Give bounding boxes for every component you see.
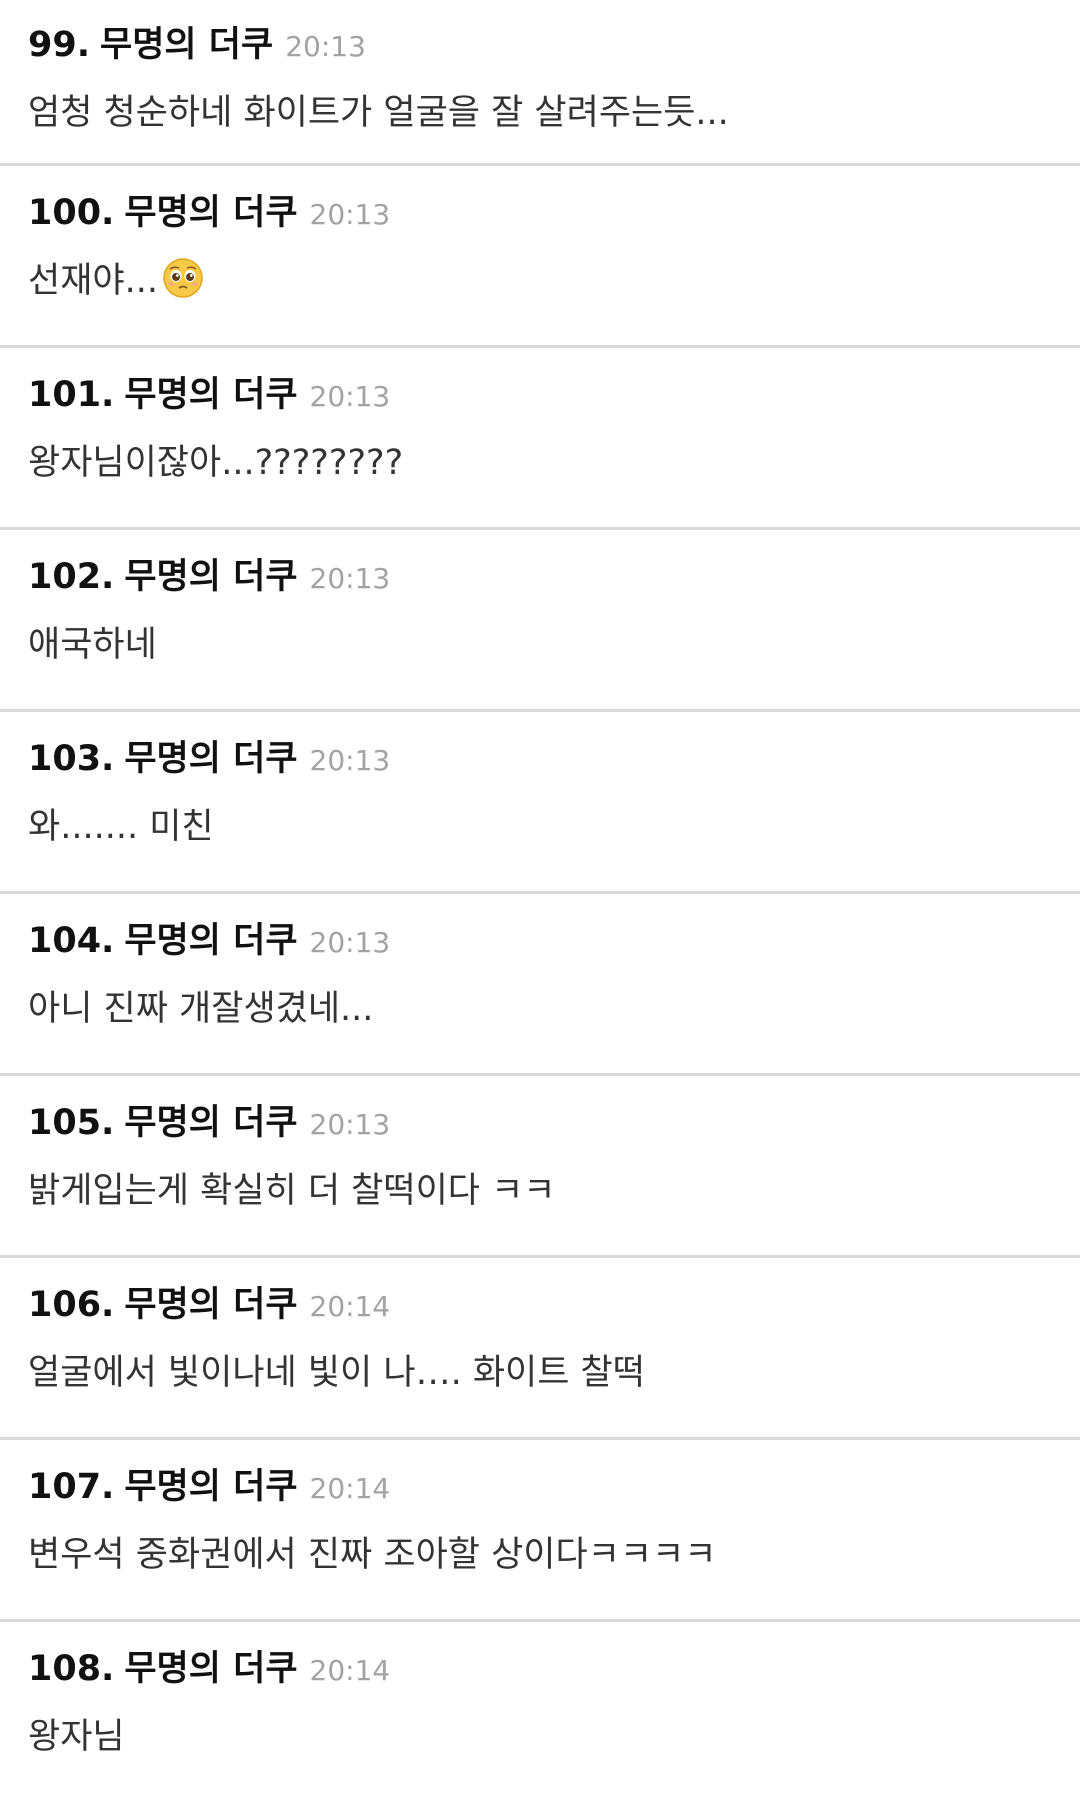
comment-time: 20:14 [309, 1290, 391, 1323]
comment-text-content: 변우석 중화권에서 진짜 조아할 상이다ㅋㅋㅋㅋ [28, 1535, 717, 1575]
comment-text: 왕자님 [28, 1708, 1052, 1759]
comment-number[interactable]: 104. [28, 921, 114, 961]
comment-author: 무명의 더쿠 [124, 921, 298, 961]
comment-text: 와....... 미친 [28, 798, 1052, 849]
comment-author: 무명의 더쿠 [124, 375, 298, 415]
comment-item: 102. 무명의 더쿠 20:13 애국하네 [0, 530, 1080, 712]
comment-text: 애국하네 [28, 616, 1052, 667]
comment-header: 100. 무명의 더쿠 20:13 [28, 184, 1052, 240]
comment-text: 엄청 청순하네 화이트가 얼굴을 잘 살려주는듯... [28, 84, 1052, 135]
comment-text-content: 선재야... [28, 261, 158, 301]
comment-time: 20:13 [309, 380, 391, 413]
comment-text-content: 왕자님이잖아...???????? [28, 443, 404, 483]
comment-time: 20:13 [309, 744, 391, 777]
comment-text-content: 와....... 미친 [28, 807, 214, 847]
comment-item: 105. 무명의 더쿠 20:13 밝게입는게 확실히 더 찰떡이다 ㅋㅋ [0, 1076, 1080, 1258]
comment-time: 20:14 [309, 1472, 391, 1505]
comment-header: 102. 무명의 더쿠 20:13 [28, 548, 1052, 604]
comment-number[interactable]: 107. [28, 1467, 114, 1507]
comment-header: 104. 무명의 더쿠 20:13 [28, 912, 1052, 968]
comment-author: 무명의 더쿠 [124, 193, 298, 233]
comment-item: 104. 무명의 더쿠 20:13 아니 진짜 개잘생겼네... [0, 894, 1080, 1076]
comment-item: 99. 무명의 더쿠 20:13 엄청 청순하네 화이트가 얼굴을 잘 살려주는… [0, 0, 1080, 166]
comment-item: 103. 무명의 더쿠 20:13 와....... 미친 [0, 712, 1080, 894]
pleading-face-icon [163, 257, 203, 298]
comment-author: 무명의 더쿠 [124, 1103, 298, 1143]
comment-item: 107. 무명의 더쿠 20:14 변우석 중화권에서 진짜 조아할 상이다ㅋㅋ… [0, 1440, 1080, 1622]
comment-number[interactable]: 105. [28, 1103, 114, 1143]
comment-time: 20:13 [285, 30, 366, 63]
comment-number[interactable]: 103. [28, 739, 114, 779]
comment-author: 무명의 더쿠 [124, 1649, 298, 1689]
comment-number[interactable]: 106. [28, 1285, 114, 1325]
comment-author: 무명의 더쿠 [124, 1285, 298, 1325]
comment-header: 103. 무명의 더쿠 20:13 [28, 730, 1052, 786]
comment-author: 무명의 더쿠 [124, 739, 298, 779]
comment-number[interactable]: 102. [28, 557, 114, 597]
comment-item: 106. 무명의 더쿠 20:14 얼굴에서 빛이나네 빛이 나…. 화이트 찰… [0, 1258, 1080, 1440]
comment-text: 변우석 중화권에서 진짜 조아할 상이다ㅋㅋㅋㅋ [28, 1526, 1052, 1577]
comment-time: 20:13 [309, 562, 391, 595]
comment-text-content: 아니 진짜 개잘생겼네... [28, 989, 374, 1029]
comment-number[interactable]: 100. [28, 193, 114, 233]
comment-author: 무명의 더쿠 [124, 1467, 298, 1507]
comment-item: 101. 무명의 더쿠 20:13 왕자님이잖아...???????? [0, 348, 1080, 530]
comment-list: 99. 무명의 더쿠 20:13 엄청 청순하네 화이트가 얼굴을 잘 살려주는… [0, 0, 1080, 1804]
comment-header: 99. 무명의 더쿠 20:13 [28, 16, 1052, 72]
comment-text-content: 밝게입는게 확실히 더 찰떡이다 ㅋㅋ [28, 1171, 556, 1211]
comment-number[interactable]: 101. [28, 375, 114, 415]
comment-time: 20:13 [309, 198, 391, 231]
comment-text-content: 얼굴에서 빛이나네 빛이 나…. 화이트 찰떡 [28, 1353, 645, 1393]
comment-author: 무명의 더쿠 [124, 557, 298, 597]
comment-author: 무명의 더쿠 [100, 25, 274, 65]
comment-text-content: 애국하네 [28, 625, 157, 665]
comment-header: 105. 무명의 더쿠 20:13 [28, 1094, 1052, 1150]
comment-header: 101. 무명의 더쿠 20:13 [28, 366, 1052, 422]
comment-number[interactable]: 99. [28, 25, 90, 65]
comment-item: 108. 무명의 더쿠 20:14 왕자님 [0, 1622, 1080, 1804]
comment-item: 100. 무명의 더쿠 20:13 선재야... [0, 166, 1080, 348]
comment-time: 20:13 [309, 1108, 391, 1141]
comment-header: 108. 무명의 더쿠 20:14 [28, 1640, 1052, 1696]
comment-time: 20:13 [309, 926, 391, 959]
comment-text: 밝게입는게 확실히 더 찰떡이다 ㅋㅋ [28, 1162, 1052, 1213]
comment-text-content: 왕자님 [28, 1717, 125, 1757]
comment-text-content: 엄청 청순하네 화이트가 얼굴을 잘 살려주는듯... [28, 93, 729, 133]
comment-header: 107. 무명의 더쿠 20:14 [28, 1458, 1052, 1514]
comment-text: 왕자님이잖아...???????? [28, 434, 1052, 485]
comment-text: 선재야... [28, 252, 1052, 303]
comment-text: 아니 진짜 개잘생겼네... [28, 980, 1052, 1031]
comment-time: 20:14 [309, 1654, 391, 1687]
comment-number[interactable]: 108. [28, 1649, 114, 1689]
comment-header: 106. 무명의 더쿠 20:14 [28, 1276, 1052, 1332]
comment-text: 얼굴에서 빛이나네 빛이 나…. 화이트 찰떡 [28, 1344, 1052, 1395]
